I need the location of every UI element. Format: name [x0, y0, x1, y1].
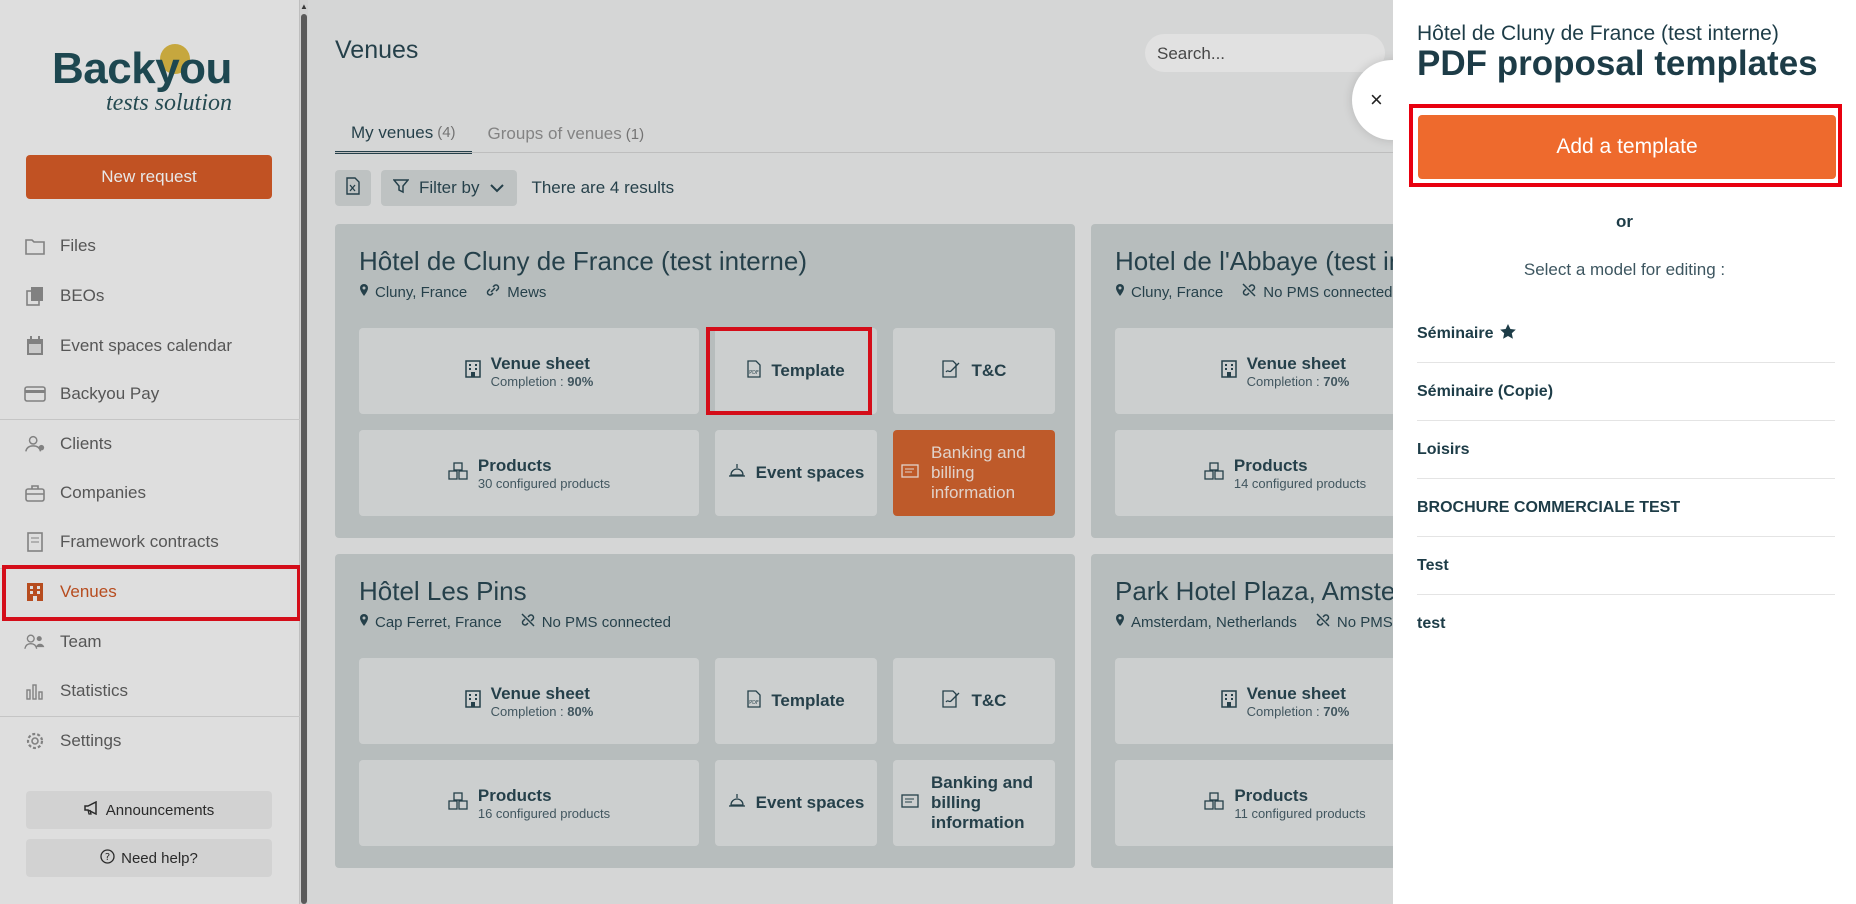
template-item-brochure-commerciale-test[interactable]: BROCHURE COMMERCIALE TEST — [1417, 479, 1835, 537]
modal-backdrop[interactable] — [0, 0, 1393, 904]
logo-text: Backyou — [52, 44, 232, 93]
template-item-seminaire[interactable]: Séminaire — [1417, 305, 1835, 363]
star-icon — [1499, 323, 1517, 345]
template-item-test-lowercase[interactable]: test — [1417, 595, 1835, 653]
template-item-loisirs[interactable]: Loisirs — [1417, 421, 1835, 479]
close-icon: × — [1370, 87, 1383, 112]
or-separator: or — [1616, 212, 1633, 231]
template-item-test[interactable]: Test — [1417, 537, 1835, 595]
template-item-seminaire-copie[interactable]: Séminaire (Copie) — [1417, 363, 1835, 421]
panel-venue-name: Hôtel de Cluny de France (test interne) — [1417, 22, 1779, 45]
template-label: Loisirs — [1417, 440, 1470, 458]
template-label: Séminaire (Copie) — [1417, 382, 1554, 400]
panel-title: PDF proposal templates — [1417, 44, 1818, 83]
template-label: BROCHURE COMMERCIALE TEST — [1417, 498, 1681, 516]
select-model-label: Select a model for editing : — [1523, 260, 1726, 279]
template-list: Séminaire Séminaire (Copie) Loisirs BROC… — [1417, 305, 1835, 653]
template-label: Test — [1417, 556, 1449, 574]
template-label: Séminaire — [1417, 324, 1494, 342]
template-label: test — [1417, 615, 1446, 632]
highlight-add-template — [1409, 104, 1842, 187]
